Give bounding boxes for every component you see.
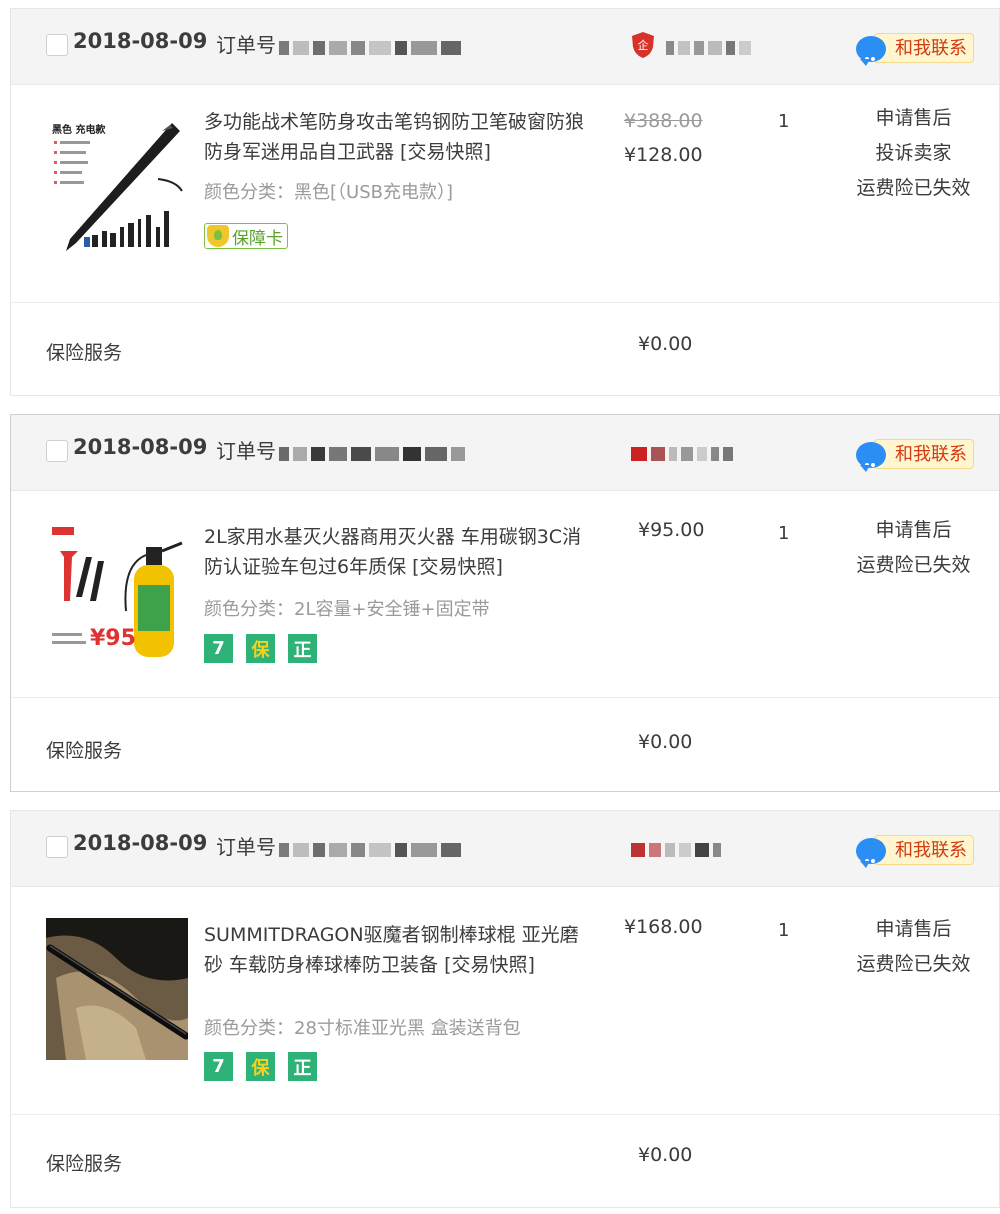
original-price: ¥388.00	[624, 110, 703, 132]
order-checkbox[interactable]	[46, 440, 68, 462]
product-variant: 颜色分类：2L容量+安全锤+固定带	[204, 599, 490, 620]
insurance-price: ¥0.00	[638, 1144, 693, 1166]
order-number-redacted	[279, 443, 469, 461]
insurance-price: ¥0.00	[638, 333, 693, 355]
apply-after-sales-link[interactable]: 申请售后	[831, 101, 996, 136]
genuine-badge[interactable]: 正	[288, 634, 317, 663]
shop-name-redacted	[666, 37, 755, 55]
product-thumbnail[interactable]	[46, 918, 190, 1060]
guarantee-badge[interactable]: 保	[246, 1052, 275, 1081]
order-item: SUMMITDRAGON驱魔者钢制棒球棍 亚光磨砂 车载防身棒球棒防卫装备 [交…	[11, 887, 999, 1115]
product-variant: 颜色分类：黑色[（USB充电款）]	[204, 182, 453, 203]
contact-seller-button[interactable]: 和我联系	[856, 835, 974, 868]
product-variant: 颜色分类：28寸标准亚光黑 盒装送背包	[204, 1018, 521, 1039]
insurance-label: 保险服务	[46, 1153, 123, 1175]
quantity: 1	[778, 111, 790, 132]
svg-text:企: 企	[638, 38, 649, 52]
order-checkbox[interactable]	[46, 836, 68, 858]
order-actions: 申请售后 运费险已失效	[831, 513, 996, 583]
chat-bubble-icon	[856, 838, 886, 868]
order-item: ¥95 2L家用水基灭火器商用灭火器 车用碳钢3C消防认证验车包过6年质保 [交…	[11, 491, 999, 698]
order-actions: 申请售后 运费险已失效	[831, 912, 996, 982]
order-number-redacted	[279, 839, 465, 857]
quantity: 1	[778, 920, 790, 941]
product-thumbnail[interactable]: 黑色 充电款	[46, 119, 188, 261]
thumbnail-price-caption: ¥95	[90, 626, 136, 651]
service-badges: 7 保 正	[204, 634, 317, 663]
contact-seller-button[interactable]: 和我联系	[856, 439, 974, 472]
insurance-row: 保险服务 ¥0.00	[11, 303, 999, 396]
order-header: 2018-08-09 订单号 和我联系	[11, 811, 999, 887]
insurance-row: 保险服务 ¥0.00	[11, 1115, 999, 1208]
order-item: 黑色 充电款 多功能战术笔防身攻击笔钨钢防卫笔破窗防狼防身军迷用品自卫武器 [交…	[11, 85, 999, 303]
genuine-badge[interactable]: 正	[288, 1052, 317, 1081]
order-number-label: 订单号	[216, 33, 276, 57]
complain-seller-link[interactable]: 投诉卖家	[831, 136, 996, 171]
seven-day-return-badge[interactable]: 7	[204, 634, 233, 663]
service-badges: 保障卡	[204, 223, 288, 249]
thumbnail-caption: 黑色 充电款	[52, 123, 106, 136]
order-card: 2018-08-09 订单号 企 和我联系 黑色 充电款 多功能战术笔防身攻击笔…	[10, 8, 1000, 396]
order-header: 2018-08-09 订单号 和我联系	[11, 415, 999, 491]
shipping-insurance-status: 运费险已失效	[856, 554, 971, 576]
product-title-link[interactable]: SUMMITDRAGON驱魔者钢制棒球棍 亚光磨砂 车载防身棒球棒防卫装备 [交…	[204, 920, 594, 980]
shipping-insurance-status: 运费险已失效	[856, 953, 971, 975]
chat-bubble-icon	[856, 442, 886, 472]
order-number-label: 订单号	[216, 439, 276, 463]
shop-name-redacted	[631, 443, 737, 461]
insurance-label: 保险服务	[46, 740, 123, 762]
order-date: 2018-08-09	[73, 435, 208, 459]
order-header: 2018-08-09 订单号 企 和我联系	[11, 9, 999, 85]
order-actions: 申请售后 投诉卖家 运费险已失效	[831, 101, 996, 206]
order-card: 2018-08-09 订单号 和我联系 SUMMITDRAGON驱魔者钢制棒球棍…	[10, 810, 1000, 1208]
insurance-row: 保险服务 ¥0.00	[11, 698, 999, 791]
product-title-link[interactable]: 多功能战术笔防身攻击笔钨钢防卫笔破窗防狼防身军迷用品自卫武器 [交易快照]	[204, 107, 594, 167]
contact-seller-button[interactable]: 和我联系	[856, 33, 974, 66]
order-checkbox[interactable]	[46, 34, 68, 56]
actual-price: ¥95.00	[638, 519, 705, 541]
quantity: 1	[778, 523, 790, 544]
order-date: 2018-08-09	[73, 831, 208, 855]
guarantee-badge[interactable]: 保	[246, 634, 275, 663]
actual-price: ¥128.00	[624, 144, 703, 166]
order-card: 2018-08-09 订单号 和我联系 ¥95 2L家用水基灭火器商用灭火器 车…	[10, 414, 1000, 792]
chat-bubble-icon	[856, 36, 886, 66]
shipping-insurance-status: 运费险已失效	[856, 177, 971, 199]
apply-after-sales-link[interactable]: 申请售后	[831, 513, 996, 548]
shop-name-redacted	[631, 839, 725, 857]
actual-price: ¥168.00	[624, 916, 703, 938]
order-number-redacted	[279, 37, 465, 55]
product-thumbnail[interactable]: ¥95	[46, 521, 188, 663]
seven-day-return-badge[interactable]: 7	[204, 1052, 233, 1081]
guarantee-shield-icon	[207, 225, 229, 247]
order-date: 2018-08-09	[73, 29, 208, 53]
order-number-label: 订单号	[216, 835, 276, 859]
service-badges: 7 保 正	[204, 1052, 317, 1081]
guarantee-card-badge[interactable]: 保障卡	[204, 223, 288, 249]
apply-after-sales-link[interactable]: 申请售后	[831, 912, 996, 947]
insurance-label: 保险服务	[46, 342, 123, 364]
product-title-link[interactable]: 2L家用水基灭火器商用灭火器 车用碳钢3C消防认证验车包过6年质保 [交易快照]	[204, 522, 594, 582]
enterprise-shield-icon: 企	[632, 32, 654, 58]
insurance-price: ¥0.00	[638, 731, 693, 753]
